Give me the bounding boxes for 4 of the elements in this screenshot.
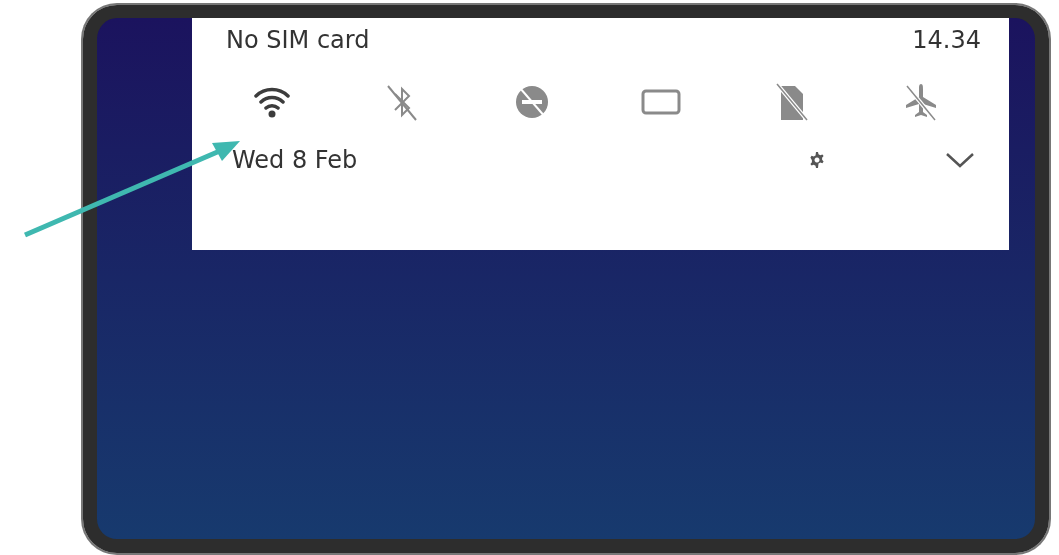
date-label: Wed 8 Feb	[232, 145, 358, 176]
carrier-status: No SIM card	[226, 25, 370, 56]
chevron-down-icon[interactable]	[945, 151, 975, 169]
clock-time: 14.34	[912, 25, 981, 56]
